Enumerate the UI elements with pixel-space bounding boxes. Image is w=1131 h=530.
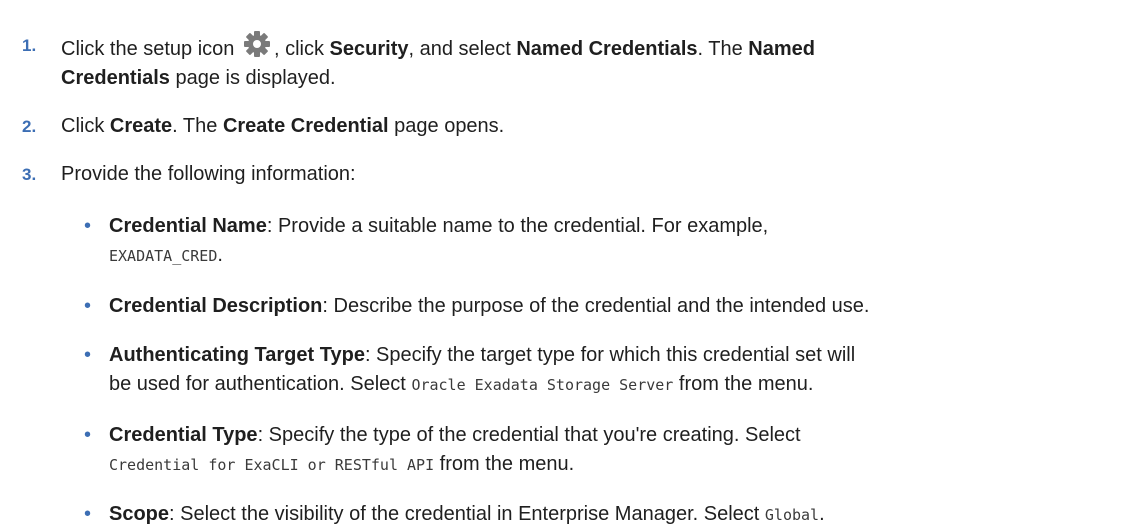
step-number: 1.	[22, 36, 37, 55]
code-value: Oracle Exadata Storage Server	[411, 376, 674, 394]
code-value: Global	[764, 506, 820, 524]
step-number: 3.	[22, 165, 37, 184]
field-label: Credential Name	[109, 215, 267, 237]
gear-icon	[242, 31, 272, 57]
bullet-marker: •	[84, 503, 92, 525]
bullet-marker: •	[84, 424, 92, 446]
field-label: Credential Type	[109, 424, 258, 446]
bullet-marker: •	[84, 344, 92, 366]
step-text: Provide the following information:	[61, 163, 356, 185]
bullet-marker: •	[84, 215, 92, 237]
field-label: Scope	[109, 503, 170, 525]
code-value: EXADATA_CRED	[109, 247, 218, 265]
step-number: 2.	[22, 117, 37, 136]
bullet-marker: •	[84, 295, 92, 317]
step-text: Click Create. The Create Credential page…	[61, 115, 505, 137]
field-label: Authenticating Target Type	[109, 344, 365, 366]
instructions-document: 1. Click the setup icon , click Security…	[0, 0, 1131, 529]
code-value: Credential for ExaCLI or RESTful API	[109, 456, 435, 474]
step-text: Click the setup icon , click Security, a…	[61, 31, 1111, 93]
field-label: Credential Description	[109, 295, 323, 317]
